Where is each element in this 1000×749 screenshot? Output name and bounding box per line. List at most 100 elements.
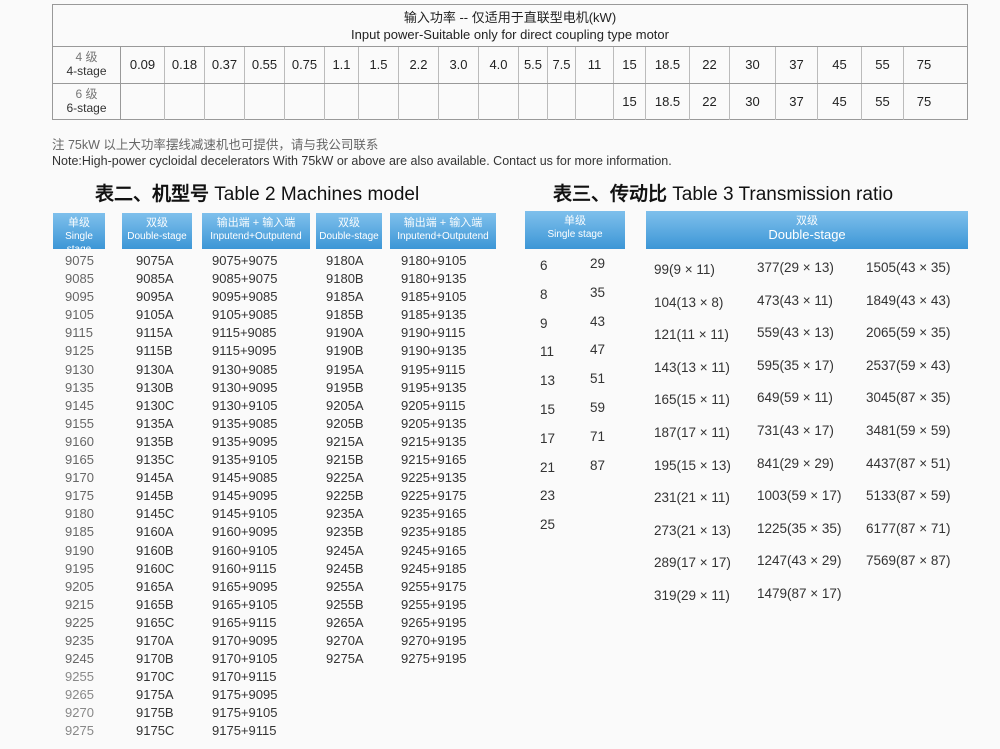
double-stage-model: 9180A [326, 253, 364, 268]
double-stage-model: 9170B [136, 651, 174, 667]
double-stage-model: 9075A [136, 253, 174, 268]
power-value-cell: 45 [818, 84, 862, 120]
io-combination: 9105+9085 [212, 307, 278, 323]
single-stage-model: 9105 [65, 307, 94, 323]
power-value-cell: 15 [614, 47, 646, 83]
double-stage-model: 9165B [136, 596, 174, 612]
single-stage-model: 9085 [65, 271, 94, 287]
single-stage-model: 9190 [65, 542, 94, 558]
single-ratio: 11 [540, 344, 555, 360]
double-ratio: 595(35 × 17) [757, 357, 834, 373]
single-ratio: 15 [540, 402, 556, 417]
io-combination: 9135+9085 [212, 415, 278, 431]
double-stage-model: 9130C [136, 397, 175, 413]
double-stage-model: 9270A [326, 632, 364, 648]
io-combination: 9245+9165 [401, 542, 467, 558]
double-ratio: 1849(43 × 43) [866, 292, 951, 308]
double-ratio: 649(59 × 11) [757, 390, 833, 406]
io-combination: 9180+9105 [401, 253, 467, 268]
power-value-cell: 55 [862, 84, 904, 120]
power-value-cell: 0.18 [165, 47, 205, 83]
power-value-cell [359, 84, 399, 120]
single-ratio: 13 [540, 373, 556, 389]
double-ratio: 1003(59 × 17) [757, 488, 842, 504]
double-ratio: 5133(87 × 59) [866, 488, 951, 504]
io-combination: 9270+9195 [401, 632, 467, 648]
single-ratio: 25 [540, 517, 556, 533]
io-combination: 9165+9095 [212, 578, 278, 594]
double-ratio: 289(17 × 17) [654, 555, 731, 571]
io-combination: 9175+9115 [212, 723, 277, 739]
single-ratio: 23 [540, 488, 556, 504]
single-stage-model: 9160 [65, 433, 94, 449]
t3-header-single: 单级 Single stage [525, 211, 625, 249]
io-combination: 9205+9115 [401, 397, 466, 413]
power-value-cell: 0.55 [245, 47, 285, 83]
double-ratio: 121(11 × 11) [654, 327, 729, 343]
power-value-cell [165, 84, 205, 120]
io-combination: 9190+9115 [401, 325, 466, 341]
double-stage-model: 9195B [326, 379, 364, 395]
double-ratio: 731(43 × 17) [757, 423, 834, 438]
double-stage-model: 9115B [136, 343, 173, 359]
power-value-cell [205, 84, 245, 120]
double-stage-model: 9225A [326, 470, 364, 486]
single-ratio: 59 [590, 400, 606, 415]
double-ratio: 165(15 × 11) [654, 392, 730, 408]
t2-header-double: 双级 Double-stage [122, 213, 192, 249]
single-stage-model: 9075 [65, 253, 94, 268]
power-value-cell: 5.5 [519, 47, 548, 83]
power-value-cell: 15 [614, 84, 646, 120]
double-stage-model: 9255A [326, 578, 364, 594]
double-stage-model: 9165C [136, 614, 175, 630]
t2-single-column: 9075 9085 9095 9105 9115 9125 9130 9135 9145 9155… [65, 252, 94, 741]
double-stage-model: 9135B [136, 433, 174, 449]
double-stage-model: 9165A [136, 578, 174, 594]
single-stage-model: 9180 [65, 506, 94, 522]
io-combination: 9255+9195 [401, 596, 467, 612]
double-ratio: 3481(59 × 59) [866, 423, 951, 438]
single-stage-model: 9165 [65, 452, 94, 468]
double-ratio: 273(21 × 13) [654, 522, 731, 538]
single-ratio: 43 [590, 313, 606, 329]
double-stage-model: 9205B [326, 415, 364, 431]
double-ratio: 1505(43 × 35) [866, 260, 951, 275]
double-stage-model: 9145B [136, 488, 174, 504]
single-ratio: 8 [540, 286, 548, 302]
power-value-cell [548, 84, 576, 120]
power-value-cell: 11 [576, 47, 614, 83]
power-value-cell: 45 [818, 47, 862, 83]
io-combination: 9185+9135 [401, 307, 467, 323]
power-value-cell: 30 [730, 84, 776, 120]
double-ratio: 2065(59 × 35) [866, 325, 951, 341]
single-ratio: 71 [590, 428, 606, 444]
double-stage-model: 9135C [136, 452, 175, 468]
double-ratio: 195(15 × 13) [654, 457, 731, 473]
double-ratio: 231(21 × 11) [654, 490, 730, 506]
double-stage-model: 9180B [326, 271, 364, 287]
single-ratio: 21 [540, 459, 556, 475]
four-stage-label: 4 级 4-stage [53, 47, 121, 83]
single-ratio: 17 [540, 430, 556, 446]
input-power-title-en: Input power-Suitable only for direct cou… [351, 27, 669, 42]
double-ratio: 377(29 × 13) [757, 260, 834, 275]
double-stage-model: 9195A [326, 361, 364, 377]
double-ratio: 99(9 × 11) [654, 262, 715, 277]
single-stage-model: 9205 [65, 578, 94, 594]
io-combination: 9115+9085 [212, 325, 277, 341]
power-value-cell: 3.0 [439, 47, 479, 83]
single-stage-model: 9130 [65, 361, 94, 377]
t2-double-column-2: 9180A 9180B 9185A 9185B 9190A 9190B 9195A 9195B… [326, 252, 364, 668]
single-stage-model: 9095 [65, 289, 94, 305]
single-stage-model: 9275 [65, 723, 94, 739]
double-ratio: 1247(43 × 29) [757, 553, 842, 569]
single-ratio: 9 [540, 315, 548, 331]
io-combination: 9190+9135 [401, 343, 467, 359]
double-stage-model: 9145A [136, 470, 174, 486]
io-combination: 9265+9195 [401, 614, 467, 630]
double-stage-model: 9160A [136, 524, 174, 540]
double-stage-model: 9130A [136, 361, 174, 377]
double-ratio: 473(43 × 11) [757, 292, 833, 308]
t3-header-double: 双级 Double-stage [646, 211, 968, 249]
power-value-cell: 37 [776, 47, 818, 83]
